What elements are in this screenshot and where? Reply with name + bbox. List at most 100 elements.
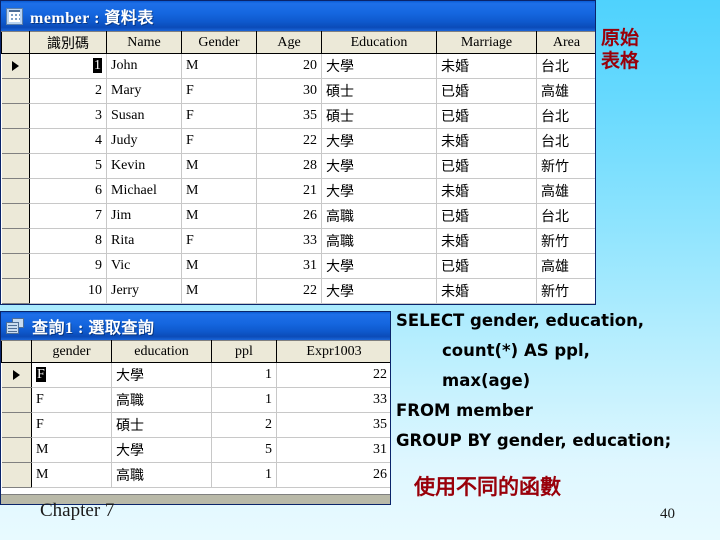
member-row-selector[interactable]: [1, 128, 30, 154]
query-cell-gender[interactable]: F: [31, 362, 112, 388]
query-cell-gender[interactable]: M: [31, 462, 112, 488]
member-cell-education[interactable]: 碩士: [321, 103, 437, 129]
member-cell-marriage[interactable]: 已婚: [436, 103, 537, 129]
query-table-row[interactable]: F 碩士 2 35: [1, 412, 390, 438]
query-cell-expr1003[interactable]: 35: [276, 412, 390, 438]
member-cell-name[interactable]: Michael: [106, 178, 182, 204]
member-cell-gender[interactable]: F: [181, 228, 257, 254]
query-cell-gender[interactable]: F: [31, 412, 112, 438]
member-cell-area[interactable]: 新竹: [536, 228, 595, 254]
member-cell-gender[interactable]: M: [181, 203, 257, 229]
query-cell-education[interactable]: 大學: [111, 437, 212, 463]
member-col-header-education[interactable]: Education: [321, 31, 437, 54]
member-col-header-id[interactable]: 識別碼: [29, 31, 107, 54]
member-cell-marriage[interactable]: 已婚: [436, 253, 537, 279]
query-datasheet[interactable]: gender education ppl Expr1003 F 大學 1 22 F 高職 1…: [1, 340, 390, 488]
member-cell-gender[interactable]: M: [181, 253, 257, 279]
member-row-selector[interactable]: [1, 78, 30, 104]
query-cell-gender[interactable]: M: [31, 437, 112, 463]
member-table-row[interactable]: 2 Mary F 30 碩士 已婚 高雄: [1, 78, 595, 104]
member-table-row[interactable]: 9 Vic M 31 大學 已婚 高雄: [1, 253, 595, 279]
member-cell-marriage[interactable]: 未婚: [436, 128, 537, 154]
member-table-row[interactable]: 6 Michael M 21 大學 未婚 高雄: [1, 178, 595, 204]
member-row-selector[interactable]: [1, 253, 30, 279]
member-cell-area[interactable]: 高雄: [536, 178, 595, 204]
query-table-row[interactable]: M 高職 1 26: [1, 462, 390, 488]
member-cell-age[interactable]: 22: [256, 128, 322, 154]
member-cell-age[interactable]: 33: [256, 228, 322, 254]
member-cell-education[interactable]: 大學: [321, 278, 437, 304]
member-window-titlebar[interactable]: member : 資料表: [1, 1, 595, 31]
member-cell-marriage[interactable]: 已婚: [436, 78, 537, 104]
member-cell-id[interactable]: 5: [29, 153, 107, 179]
query-cell-ppl[interactable]: 5: [211, 437, 277, 463]
member-cell-education[interactable]: 大學: [321, 178, 437, 204]
query-col-header-ppl[interactable]: ppl: [211, 340, 277, 363]
query-cell-expr1003[interactable]: 26: [276, 462, 390, 488]
query-col-header-education[interactable]: education: [111, 340, 212, 363]
member-table-row[interactable]: 8 Rita F 33 高職 未婚 新竹: [1, 228, 595, 254]
member-cell-name[interactable]: John: [106, 53, 182, 79]
member-cell-id[interactable]: 7: [29, 203, 107, 229]
member-cell-area[interactable]: 新竹: [536, 153, 595, 179]
member-cell-age[interactable]: 28: [256, 153, 322, 179]
query-row-selector[interactable]: [1, 462, 32, 488]
member-cell-gender[interactable]: F: [181, 78, 257, 104]
member-col-header-area[interactable]: Area: [536, 31, 595, 54]
member-table-row[interactable]: 3 Susan F 35 碩士 已婚 台北: [1, 103, 595, 129]
member-table-row[interactable]: 10 Jerry M 22 大學 未婚 新竹: [1, 278, 595, 304]
member-col-header-name[interactable]: Name: [106, 31, 182, 54]
query-grid[interactable]: gender education ppl Expr1003 F 大學 1 22 F 高職 1…: [1, 340, 390, 488]
query-row-selector[interactable]: [1, 412, 32, 438]
member-cell-age[interactable]: 20: [256, 53, 322, 79]
member-table-row[interactable]: 4 Judy F 22 大學 未婚 台北: [1, 128, 595, 154]
query-table-row[interactable]: M 大學 5 31: [1, 437, 390, 463]
member-cell-name[interactable]: Vic: [106, 253, 182, 279]
member-row-selector-current[interactable]: [1, 53, 30, 79]
member-cell-age[interactable]: 22: [256, 278, 322, 304]
member-cell-education[interactable]: 大學: [321, 128, 437, 154]
member-cell-area[interactable]: 台北: [536, 128, 595, 154]
query-cell-expr1003[interactable]: 22: [276, 362, 390, 388]
query-cell-expr1003[interactable]: 33: [276, 387, 390, 413]
query-cell-ppl[interactable]: 1: [211, 462, 277, 488]
member-row-selector[interactable]: [1, 278, 30, 304]
member-cell-area[interactable]: 高雄: [536, 78, 595, 104]
query-cell-gender[interactable]: F: [31, 387, 112, 413]
member-cell-id[interactable]: 4: [29, 128, 107, 154]
member-cell-area[interactable]: 台北: [536, 203, 595, 229]
member-cell-education[interactable]: 大學: [321, 253, 437, 279]
member-cell-age[interactable]: 21: [256, 178, 322, 204]
member-cell-id[interactable]: 9: [29, 253, 107, 279]
query-cell-ppl[interactable]: 1: [211, 362, 277, 388]
query-cell-ppl[interactable]: 1: [211, 387, 277, 413]
member-row-selector[interactable]: [1, 178, 30, 204]
member-cell-name[interactable]: Mary: [106, 78, 182, 104]
member-cell-age[interactable]: 31: [256, 253, 322, 279]
member-cell-age[interactable]: 26: [256, 203, 322, 229]
query-row-selector[interactable]: [1, 387, 32, 413]
query-select-all-header[interactable]: [1, 340, 32, 363]
member-cell-education[interactable]: 大學: [321, 153, 437, 179]
member-cell-gender[interactable]: M: [181, 53, 257, 79]
member-cell-area[interactable]: 新竹: [536, 278, 595, 304]
query-cell-ppl[interactable]: 2: [211, 412, 277, 438]
query-cell-education[interactable]: 高職: [111, 387, 212, 413]
query-table-row[interactable]: F 高職 1 33: [1, 387, 390, 413]
query-cell-education[interactable]: 碩士: [111, 412, 212, 438]
member-cell-id[interactable]: 6: [29, 178, 107, 204]
member-grid[interactable]: 識別碼 Name Gender Age Education Marriage A…: [1, 31, 595, 304]
member-row-selector[interactable]: [1, 153, 30, 179]
member-col-header-marriage[interactable]: Marriage: [436, 31, 537, 54]
member-col-header-gender[interactable]: Gender: [181, 31, 257, 54]
member-cell-gender[interactable]: F: [181, 128, 257, 154]
member-cell-marriage[interactable]: 未婚: [436, 228, 537, 254]
member-col-header-age[interactable]: Age: [256, 31, 322, 54]
member-cell-gender[interactable]: M: [181, 278, 257, 304]
member-cell-education[interactable]: 大學: [321, 53, 437, 79]
query-row-selector[interactable]: [1, 437, 32, 463]
member-cell-age[interactable]: 30: [256, 78, 322, 104]
member-cell-marriage[interactable]: 已婚: [436, 153, 537, 179]
member-cell-marriage[interactable]: 未婚: [436, 178, 537, 204]
member-cell-gender[interactable]: M: [181, 178, 257, 204]
